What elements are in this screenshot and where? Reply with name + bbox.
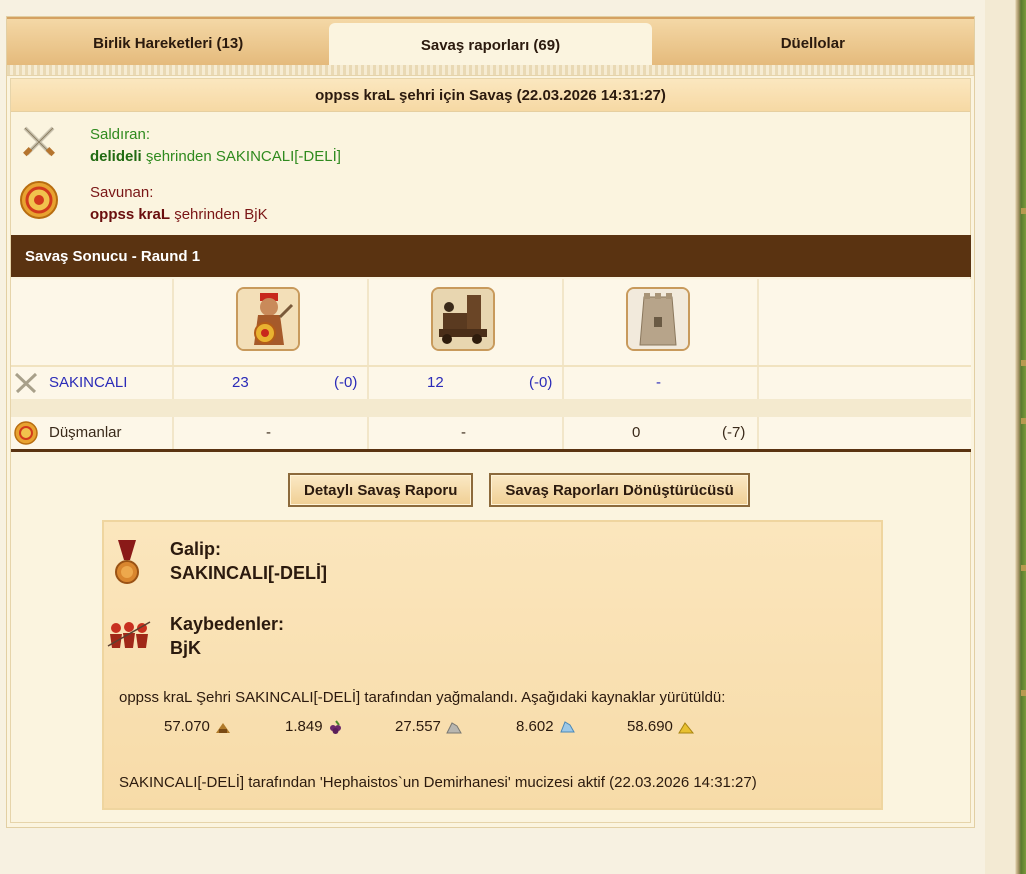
unit-loss: (-0) (334, 374, 358, 391)
attacker-label: Saldıran: (90, 126, 151, 143)
tab-divider (7, 65, 974, 76)
table-divider (11, 449, 971, 452)
resource-amount: 57.070 (164, 718, 210, 735)
border-ornament (1021, 208, 1026, 214)
resource-amount: 8.602 (516, 718, 554, 735)
unit-header-row (11, 279, 971, 367)
game-world-edge (985, 0, 1026, 874)
sulfur-icon (678, 721, 694, 733)
tab-battle-reports[interactable]: Savaş raporları (69) (329, 23, 652, 67)
defender-city-link[interactable]: oppss kraL (90, 206, 170, 223)
report-title: oppss kraL şehri için Savaş (22.03.2026 … (11, 79, 970, 112)
unit-count-cell: - (174, 417, 369, 449)
row-label-cell: SAKINCALI (11, 367, 174, 399)
unit-count: - (266, 424, 271, 441)
empty-cell (759, 367, 971, 399)
swordsman-icon[interactable] (236, 287, 300, 351)
defender-label: Savunan: (90, 184, 154, 201)
resource-wood: 57.070 (164, 718, 232, 735)
attacker-unit-row: SAKINCALI 23 (-0) 12 (-0) - (11, 367, 971, 399)
resource-wine: 1.849 (285, 718, 345, 735)
wood-icon (215, 722, 230, 733)
crossed-swords-icon (14, 372, 38, 394)
winner-label: Galip: (170, 539, 222, 559)
attacker-player-link[interactable]: SAKINCALI (49, 374, 127, 391)
unit-count-cell: - (564, 367, 759, 399)
marble-icon (446, 721, 462, 733)
attacker-section: Saldıran: delideli şehrinden SAKINCALI[-… (11, 112, 970, 176)
unit-count: 12 (427, 374, 444, 391)
unit-count: - (656, 374, 661, 391)
report-converter-button[interactable]: Savaş Raporları Dönüştürücüsü (489, 473, 750, 507)
empty-header-cell (759, 279, 971, 365)
defender-info: oppss kraL şehrinden BjK (90, 206, 268, 223)
empty-header-cell (11, 279, 174, 365)
wonder-message: SAKINCALI[-DELİ] tarafından 'Hephaistos`… (119, 774, 757, 791)
shield-icon (14, 421, 38, 445)
unit-count: - (461, 424, 466, 441)
defender-origin: şehrinden BjK (170, 206, 268, 223)
tab-duels[interactable]: Düellolar (652, 19, 974, 67)
empty-cell (759, 417, 971, 449)
row-spacer (11, 399, 971, 417)
resource-crystal: 8.602 (516, 718, 576, 735)
border-ornament (1021, 565, 1026, 571)
unit-column-swordsman (174, 279, 369, 365)
defeated-soldiers-icon (107, 621, 151, 648)
unit-loss: (-7) (722, 424, 746, 441)
unit-count-cell: 23 (-0) (174, 367, 369, 399)
losers-name: BjK (170, 638, 201, 658)
unit-count: 0 (632, 424, 641, 441)
unit-count-cell: 0 (-7) (564, 417, 759, 449)
defender-section: Savunan: oppss kraL şehrinden BjK (11, 176, 970, 236)
shield-icon (20, 181, 58, 219)
detailed-report-button[interactable]: Detaylı Savaş Raporu (288, 473, 474, 507)
unit-count: 23 (232, 374, 249, 391)
resource-amount: 58.690 (627, 718, 673, 735)
report-content: oppss kraL şehri için Savaş (22.03.2026 … (10, 78, 971, 823)
unit-loss: (-0) (529, 374, 553, 391)
resource-marble: 27.557 (395, 718, 463, 735)
battle-unit-table: SAKINCALI 23 (-0) 12 (-0) - Düşmanlar - … (11, 279, 971, 452)
border-ornament (1021, 418, 1026, 424)
attacker-origin: şehrinden SAKINCALI[-DELİ] (141, 148, 341, 165)
medal-icon (115, 540, 139, 584)
battle-summary-box: Galip: SAKINCALI[-DELİ] Kaybedenler: BjK… (102, 520, 883, 810)
plunder-message: oppss kraL Şehri SAKINCALI[-DELİ] tarafı… (119, 689, 726, 706)
tab-bar: Birlik Hareketleri (13) Savaş raporları … (7, 17, 974, 67)
report-actions: Detaylı Savaş Raporu Savaş Raporları Dön… (288, 473, 750, 507)
attacker-info: delideli şehrinden SAKINCALI[-DELİ] (90, 148, 341, 165)
attacker-city-link[interactable]: delideli (90, 148, 142, 165)
enemies-label: Düşmanlar (49, 424, 122, 441)
border-ornament (1021, 360, 1026, 366)
row-label-cell: Düşmanlar (11, 417, 174, 449)
resource-amount: 27.557 (395, 718, 441, 735)
unit-column-wall (564, 279, 759, 365)
defender-unit-row: Düşmanlar - - 0 (-7) (11, 417, 971, 449)
siege-icon[interactable] (431, 287, 495, 351)
unit-column-siege (369, 279, 564, 365)
crossed-swords-icon (23, 126, 55, 157)
wall-icon[interactable] (626, 287, 690, 351)
resource-amount: 1.849 (285, 718, 323, 735)
winner-name: SAKINCALI[-DELİ] (170, 563, 327, 583)
unit-count-cell: 12 (-0) (369, 367, 564, 399)
losers-label: Kaybedenler: (170, 614, 285, 634)
battle-report-panel: Birlik Hareketleri (13) Savaş raporları … (6, 16, 975, 828)
border-ornament (1021, 690, 1026, 696)
round-result-header: Savaş Sonucu - Raund 1 (11, 235, 971, 277)
resource-sulfur: 58.690 (627, 718, 695, 735)
unit-count-cell: - (369, 417, 564, 449)
crystal-icon (559, 720, 575, 732)
grapes-icon (329, 719, 341, 734)
tab-troop-movements[interactable]: Birlik Hareketleri (13) (7, 19, 329, 67)
